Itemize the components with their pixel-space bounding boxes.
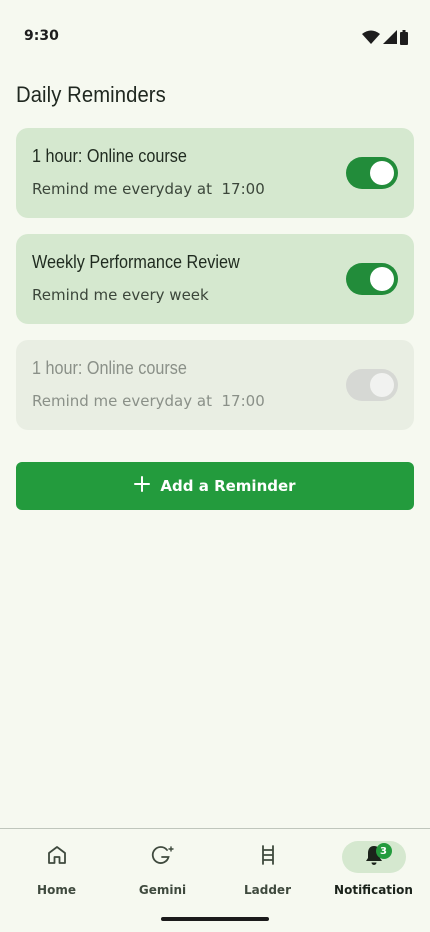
status-time: 9:30 [24,28,59,44]
home-indicator [161,917,269,921]
nav-label-home: Home [37,883,76,897]
home-icon [46,844,68,870]
signal-icon [383,30,397,44]
reminder-toggle[interactable] [346,263,398,295]
battery-icon [400,29,408,45]
nav-icon-container: 3 [341,841,406,873]
wifi-icon [362,30,380,44]
nav-icon-container [236,841,300,873]
screen: 9:30 Daily Reminders 1 hour: Online cour… [0,0,430,932]
reminder-subtitle: Remind me everyday at 17:00 [32,392,265,410]
reminder-card: Weekly Performance Review Remind me ever… [16,234,414,324]
gemini-icon [151,844,175,870]
reminder-subtitle: Remind me every week [32,286,209,304]
reminder-title: 1 hour: Online course [32,358,187,378]
nav-icon-container [25,841,89,873]
reminder-toggle[interactable] [346,369,398,401]
reminder-card: 1 hour: Online course Remind me everyday… [16,128,414,218]
notification-badge: 3 [375,843,392,859]
add-reminder-button[interactable]: Add a Reminder [16,462,414,510]
ladder-icon [258,844,278,870]
nav-item-gemini[interactable]: Gemini [109,841,216,905]
nav-label-gemini: Gemini [138,883,187,897]
nav-label-ladder: Ladder [244,883,291,897]
status-icons [362,28,408,46]
nav-label-notification: Notification [334,883,413,897]
status-bar: 9:30 [0,0,430,72]
toggle-knob [370,373,394,397]
toggle-knob [370,267,394,291]
plus-icon [134,476,151,496]
reminder-subtitle: Remind me everyday at 17:00 [32,180,265,198]
nav-item-home[interactable]: Home [3,841,110,905]
toggle-knob [370,161,394,185]
page-title: Daily Reminders [16,82,166,107]
reminder-title: 1 hour: Online course [32,146,187,166]
reminder-toggle[interactable] [346,157,398,189]
nav-item-ladder[interactable]: Ladder [214,841,321,905]
reminder-card-disabled: 1 hour: Online course Remind me everyday… [16,340,414,430]
nav-item-notification[interactable]: 3 Notification [320,841,427,905]
reminder-title: Weekly Performance Review [32,252,240,272]
nav-icon-container [131,841,195,873]
add-reminder-label: Add a Reminder [160,477,296,495]
